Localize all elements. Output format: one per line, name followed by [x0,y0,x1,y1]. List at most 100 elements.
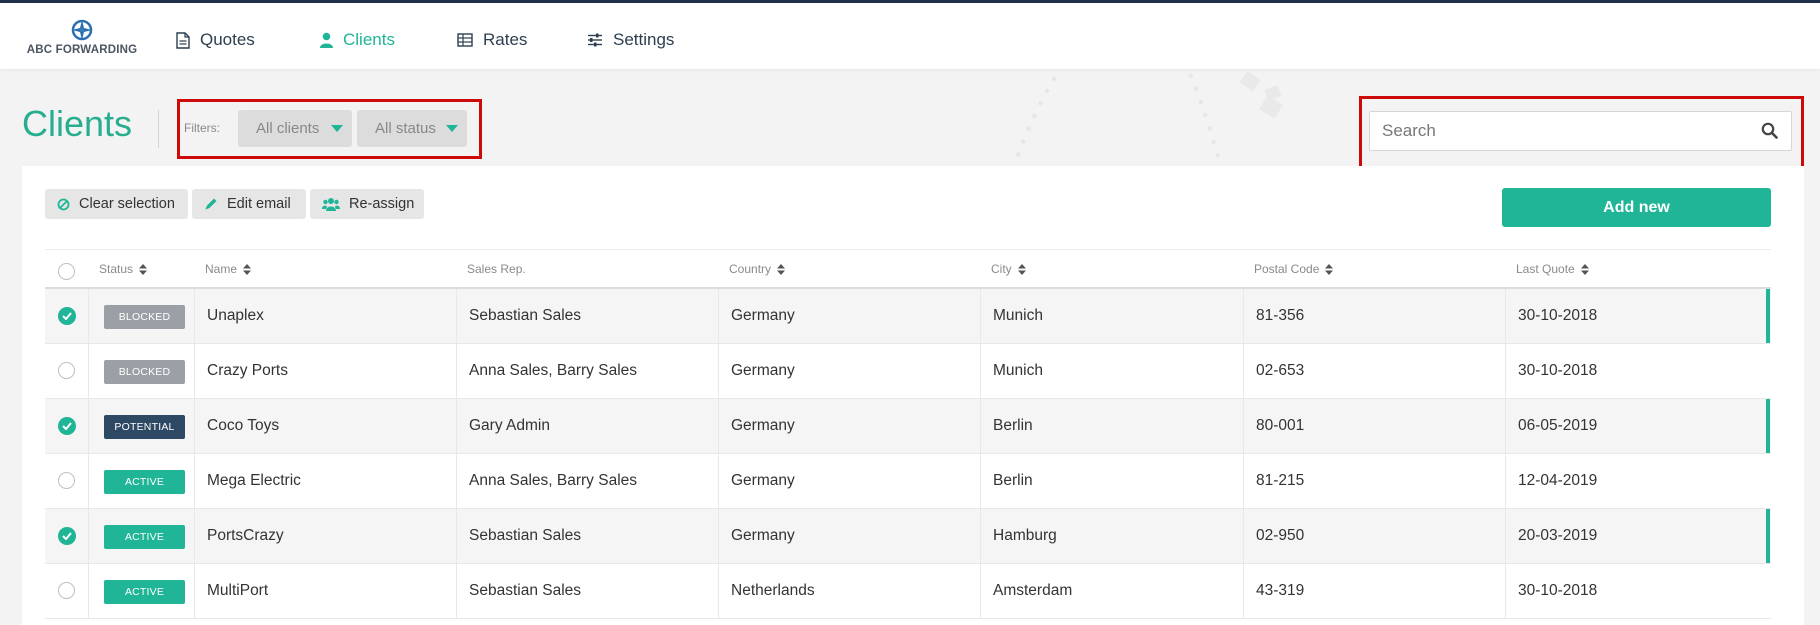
client-name[interactable]: Unaplex [207,307,264,325]
clear-selection-button[interactable]: Clear selection [45,189,188,219]
search-input[interactable] [1369,111,1792,151]
sales-rep: Anna Sales, Barry Sales [469,362,638,379]
last-quote: 06-05-2019 [1518,417,1598,434]
nav-item-rates[interactable]: Rates [457,28,527,52]
row-checkbox[interactable] [58,527,76,545]
row-checkbox[interactable] [58,307,76,325]
ban-icon [57,198,70,210]
client-name[interactable]: Crazy Ports [207,362,288,380]
nav-label-rates: Rates [483,30,528,49]
clear-selection-label: Clear selection [79,196,175,212]
country: Netherlands [731,582,815,599]
nav-label-settings: Settings [613,30,675,49]
client-name[interactable]: PortsCrazy [207,527,284,545]
logo-text: ABC FORWARDING [26,44,138,56]
sales-rep: Sebastian Sales [469,582,582,599]
column-header-country-label: Country [729,262,772,276]
add-new-button[interactable]: Add new [1502,188,1771,227]
status-badge: ACTIVE [104,470,185,494]
sort-icon [243,263,252,275]
user-icon [320,32,333,48]
column-header-sales-rep: Sales Rep. [467,262,526,276]
client-name[interactable]: Coco Toys [207,417,279,435]
postal-code: 02-950 [1256,527,1305,544]
column-header-last-quote-label: Last Quote [1516,262,1575,276]
selected-row-marker [1766,399,1770,453]
city: Munich [993,307,1043,324]
column-header-city[interactable]: City [991,262,1026,276]
client-name[interactable]: MultiPort [207,582,268,600]
status-badge: BLOCKED [104,305,185,329]
client-filter-value: All clients [256,120,320,137]
table-row[interactable]: ACTIVE MultiPort Sebastian Sales Netherl… [45,564,1771,619]
nav-item-quotes[interactable]: Quotes [176,28,255,52]
column-header-postal-code-label: Postal Code [1254,262,1320,276]
sales-rep: Gary Admin [469,417,550,434]
reassign-label: Re-assign [349,196,415,212]
app-logo[interactable]: ABC FORWARDING [22,19,142,59]
checked-circle-icon [58,527,76,545]
nav-item-settings[interactable]: Settings [587,28,674,52]
last-quote: 30-10-2018 [1518,362,1598,379]
status-filter-value: All status [375,120,436,137]
select-all-checkbox[interactable] [58,263,75,280]
sort-icon [1325,263,1334,275]
search-icon[interactable] [1761,122,1778,139]
status-badge: BLOCKED [104,360,185,384]
status-badge: ACTIVE [104,580,185,604]
row-checkbox[interactable] [58,417,76,435]
postal-code: 02-653 [1256,362,1305,379]
country: Germany [731,417,795,434]
edit-email-label: Edit email [227,196,291,212]
city: Berlin [993,472,1033,489]
table-row[interactable]: ACTIVE PortsCrazy Sebastian Sales German… [45,509,1771,564]
column-header-status[interactable]: Status [99,262,148,276]
table-row[interactable]: ACTIVE Mega Electric Anna Sales, Barry S… [45,454,1771,509]
column-header-city-label: City [991,262,1012,276]
nav-item-clients[interactable]: Clients [320,28,395,52]
city: Berlin [993,417,1033,434]
row-checkbox[interactable] [58,582,75,599]
column-header-name[interactable]: Name [205,262,252,276]
city: Amsterdam [993,582,1073,599]
page-title: Clients [22,103,133,144]
row-checkbox[interactable] [58,362,75,379]
client-name[interactable]: Mega Electric [207,472,301,490]
postal-code: 43-319 [1256,582,1305,599]
compass-logo-icon [71,19,93,41]
selected-row-marker [1766,289,1770,343]
city: Hamburg [993,527,1057,544]
sort-icon [1017,263,1026,275]
checked-circle-icon [58,417,76,435]
status-filter-dropdown[interactable]: All status [357,110,467,147]
last-quote: 30-10-2018 [1518,582,1598,599]
country: Germany [731,527,795,544]
selected-row-marker [1766,509,1770,563]
nav-label-quotes: Quotes [200,30,255,49]
title-divider [158,110,159,148]
last-quote: 30-10-2018 [1518,307,1598,324]
postal-code: 81-215 [1256,472,1305,489]
sort-icon [139,263,148,275]
column-header-country[interactable]: Country [729,262,786,276]
caret-down-icon [331,125,343,132]
caret-down-icon [446,125,458,132]
table-row[interactable]: POTENTIAL Coco Toys Gary Admin Germany B… [45,399,1771,454]
table-icon [457,33,473,47]
reassign-button[interactable]: Re-assign [310,189,424,219]
last-quote: 20-03-2019 [1518,527,1598,544]
table-row[interactable]: BLOCKED Crazy Ports Anna Sales, Barry Sa… [45,344,1771,399]
country: Germany [731,362,795,379]
client-filter-dropdown[interactable]: All clients [238,110,352,147]
nav-label-clients: Clients [343,30,395,49]
status-badge: POTENTIAL [104,415,185,439]
sales-rep: Sebastian Sales [469,527,582,544]
column-header-sales-rep-label: Sales Rep. [467,262,526,276]
column-header-last-quote[interactable]: Last Quote [1516,262,1589,276]
row-checkbox[interactable] [58,472,75,489]
edit-email-button[interactable]: Edit email [192,189,306,219]
document-icon [176,31,190,49]
column-header-postal-code[interactable]: Postal Code [1254,262,1334,276]
table-row[interactable]: BLOCKED Unaplex Sebastian Sales Germany … [45,289,1771,344]
postal-code: 81-356 [1256,307,1305,324]
